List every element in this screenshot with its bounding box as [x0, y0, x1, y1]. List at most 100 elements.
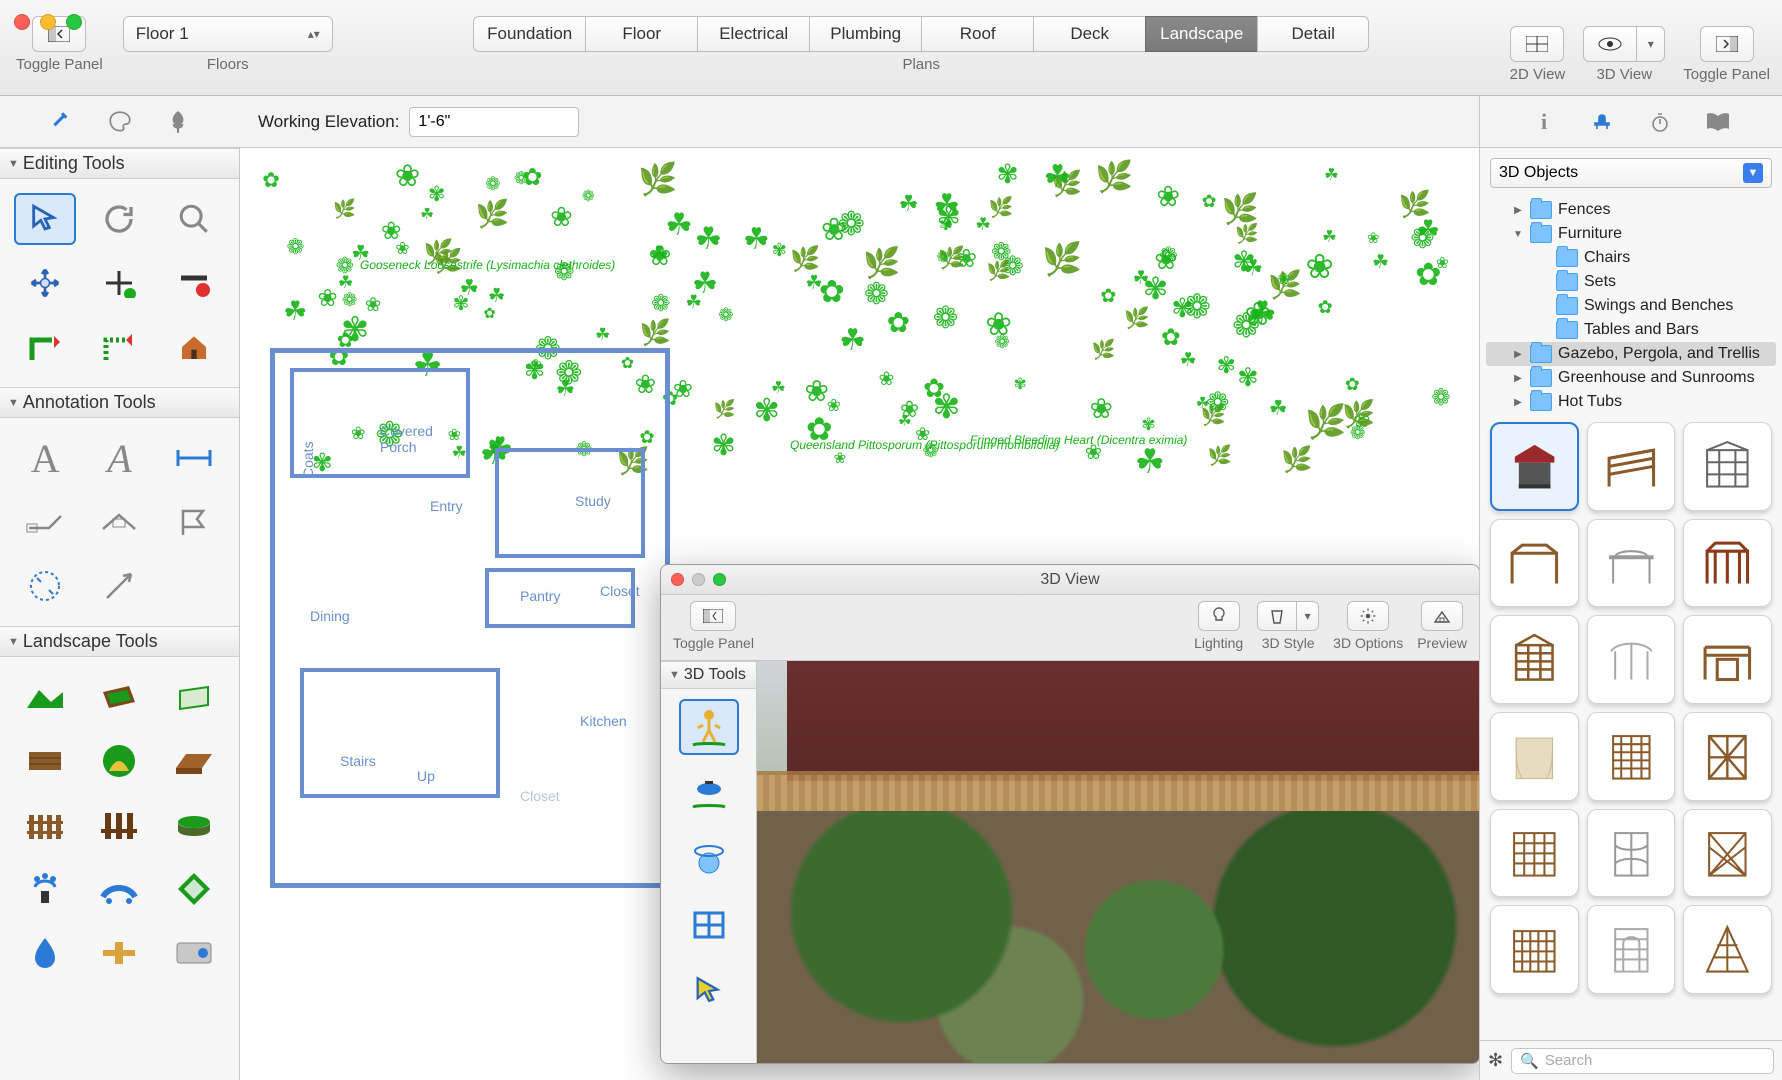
object-thumbnail[interactable]	[1587, 519, 1676, 608]
library-select[interactable]: 3D Objects ▼	[1490, 158, 1772, 188]
plan-tool-icon[interactable]	[679, 897, 739, 953]
rain-tool-icon[interactable]	[14, 927, 76, 979]
fence2-tool-icon[interactable]	[88, 799, 150, 851]
stopwatch-tab-icon[interactable]	[1645, 107, 1675, 137]
view-2d-button[interactable]	[1510, 26, 1564, 62]
tab-plumbing[interactable]: Plumbing	[809, 16, 921, 52]
gear-icon[interactable]: ✻	[1488, 1050, 1503, 1071]
object-thumbnail[interactable]	[1490, 809, 1579, 898]
leader-tool-icon[interactable]	[14, 496, 76, 548]
tree-item-fences[interactable]: ▶Fences	[1486, 198, 1776, 222]
object-thumbnail[interactable]	[1683, 422, 1772, 511]
tab-electrical[interactable]: Electrical	[697, 16, 809, 52]
tree-item-hottubs[interactable]: ▶Hot Tubs	[1486, 390, 1776, 414]
drip-tool-icon[interactable]	[88, 863, 150, 915]
object-thumbnail[interactable]	[1683, 905, 1772, 994]
object-thumbnail[interactable]	[1490, 712, 1579, 801]
3d-viewport[interactable]	[757, 661, 1479, 1063]
options-button[interactable]	[1347, 601, 1389, 631]
landscape-tools-header[interactable]: ▼Landscape Tools	[0, 626, 239, 657]
object-thumbnail[interactable]	[1683, 519, 1772, 608]
delete-point-tool-icon[interactable]	[163, 257, 225, 309]
move-point-tool-icon[interactable]	[88, 257, 150, 309]
paint-mode-icon[interactable]	[105, 107, 135, 137]
floor-select[interactable]: Floor 1 ▴▾	[123, 16, 333, 52]
lot-tool-icon[interactable]	[88, 671, 150, 723]
search-input[interactable]: 🔍 Search	[1511, 1048, 1774, 1074]
zoom-window-icon[interactable]	[713, 573, 726, 586]
object-thumbnail[interactable]	[1587, 615, 1676, 704]
tree-mode-icon[interactable]	[163, 107, 193, 137]
preview-button[interactable]	[1421, 601, 1463, 631]
object-thumbnail[interactable]	[1683, 809, 1772, 898]
object-thumbnail[interactable]	[1490, 519, 1579, 608]
tree-item-tables[interactable]: Tables and Bars	[1486, 318, 1776, 342]
drawing-canvas[interactable]: /*placeholder to keep structure*/ 🌿✿❀☘🌿✾…	[240, 148, 1479, 1080]
zoom-tool-icon[interactable]	[163, 193, 225, 245]
corner-out-tool-icon[interactable]	[88, 321, 150, 373]
book-tab-icon[interactable]	[1703, 107, 1733, 137]
walk-tool-icon[interactable]	[679, 699, 739, 755]
flag-tool-icon[interactable]	[163, 496, 225, 548]
dimension-tool-icon[interactable]	[163, 432, 225, 484]
pad-tool-icon[interactable]	[163, 671, 225, 723]
minimize-window-icon[interactable]	[40, 14, 56, 30]
object-thumbnail[interactable]	[1490, 905, 1579, 994]
tree-item-gazebo[interactable]: ▶Gazebo, Pergola, and Trellis	[1486, 342, 1776, 366]
lighting-button[interactable]	[1198, 601, 1240, 631]
tree-item-sets[interactable]: Sets	[1486, 270, 1776, 294]
tab-landscape[interactable]: Landscape	[1145, 16, 1257, 52]
corner-in-tool-icon[interactable]	[14, 321, 76, 373]
select-tool-icon[interactable]	[14, 193, 76, 245]
select-3d-tool-icon[interactable]	[679, 963, 739, 1019]
arrow-tool-icon[interactable]	[88, 560, 150, 612]
hammer-mode-icon[interactable]	[47, 107, 77, 137]
tab-deck[interactable]: Deck	[1033, 16, 1145, 52]
tree-item-swings[interactable]: Swings and Benches	[1486, 294, 1776, 318]
sprinkler-tool-icon[interactable]	[14, 863, 76, 915]
info-tab-icon[interactable]: i	[1529, 107, 1559, 137]
object-thumbnail[interactable]	[1683, 712, 1772, 801]
style-dropdown[interactable]: ▾	[1297, 601, 1319, 631]
terrain-tool-icon[interactable]	[14, 671, 76, 723]
zoom-window-icon[interactable]	[66, 14, 82, 30]
view-3d-button[interactable]: ▾	[1583, 26, 1665, 62]
object-thumbnail[interactable]	[1587, 712, 1676, 801]
object-thumbnail[interactable]	[1683, 615, 1772, 704]
object-thumbnail[interactable]	[1490, 422, 1579, 511]
rotate-tool-icon[interactable]	[88, 193, 150, 245]
minimize-window-icon[interactable]	[692, 573, 705, 586]
object-thumbnail[interactable]	[1587, 809, 1676, 898]
tree-item-greenhouse[interactable]: ▶Greenhouse and Sunrooms	[1486, 366, 1776, 390]
working-elevation-input[interactable]	[409, 107, 579, 137]
objects-tab-icon[interactable]	[1587, 107, 1617, 137]
retaining-wall-tool-icon[interactable]	[163, 735, 225, 787]
toggle-right-panel-button[interactable]	[1700, 26, 1754, 62]
pergola-tool-icon[interactable]	[14, 735, 76, 787]
fly-tool-icon[interactable]	[679, 765, 739, 821]
window-3d-view[interactable]: 3D View Toggle Panel Lighting	[660, 564, 1479, 1064]
object-thumbnail[interactable]	[1587, 422, 1676, 511]
toggle-panel-button[interactable]	[690, 601, 736, 631]
annotation-tools-header[interactable]: ▼Annotation Tools	[0, 387, 239, 418]
editing-tools-header[interactable]: ▼Editing Tools	[0, 148, 239, 179]
close-window-icon[interactable]	[671, 573, 684, 586]
tab-floor[interactable]: Floor	[585, 16, 697, 52]
view-3d-dropdown[interactable]: ▾	[1637, 26, 1665, 62]
text-style-tool-icon[interactable]: A	[88, 432, 150, 484]
fence-tool-icon[interactable]	[14, 799, 76, 851]
text-tool-icon[interactable]: A	[14, 432, 76, 484]
circle-arrows-tool-icon[interactable]	[14, 560, 76, 612]
controller-tool-icon[interactable]	[163, 927, 225, 979]
tab-roof[interactable]: Roof	[921, 16, 1033, 52]
3d-tools-header[interactable]: ▼3D Tools	[661, 661, 756, 689]
object-thumbnail[interactable]	[1490, 615, 1579, 704]
close-window-icon[interactable]	[14, 14, 30, 30]
pan-tool-icon[interactable]	[14, 257, 76, 309]
planter-tool-icon[interactable]	[163, 799, 225, 851]
zone-tool-icon[interactable]	[163, 863, 225, 915]
path-tool-icon[interactable]	[88, 735, 150, 787]
style-button[interactable]	[1257, 601, 1297, 631]
house-tool-icon[interactable]	[163, 321, 225, 373]
tree-item-chairs[interactable]: Chairs	[1486, 246, 1776, 270]
